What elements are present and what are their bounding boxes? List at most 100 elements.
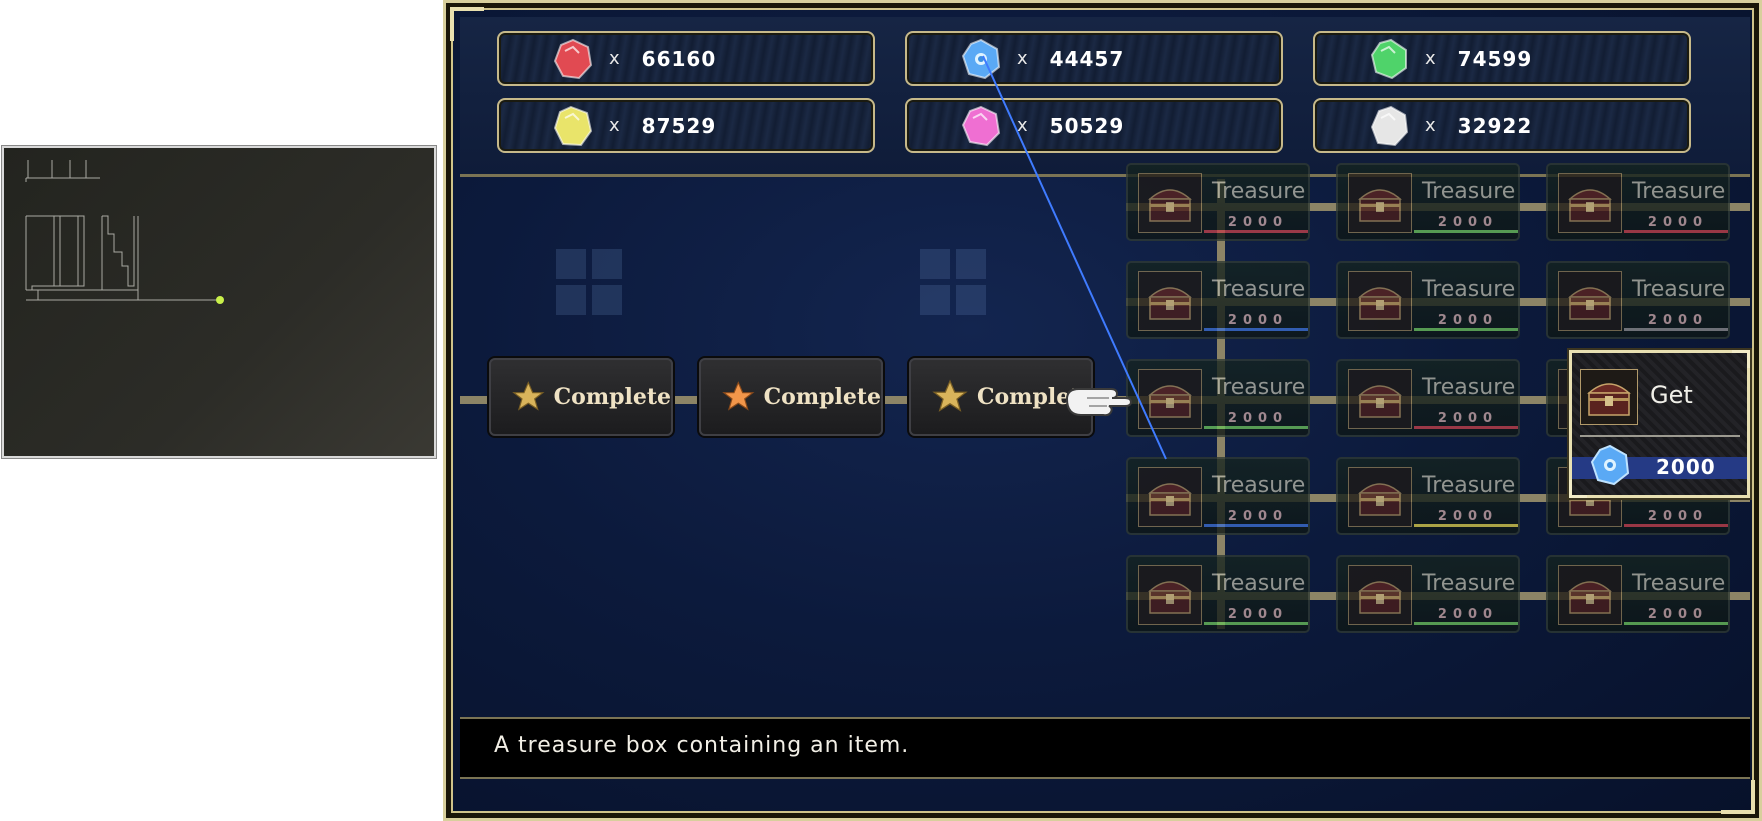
treasure-cost: 2000 [1227, 411, 1289, 426]
treasure-cost: 2000 [1437, 215, 1499, 230]
complete-label: Complete [553, 384, 671, 410]
treasure-cost: 2000 [1647, 313, 1709, 328]
minimap [1, 145, 437, 459]
currency-count: 74599 [1457, 46, 1533, 71]
treasure-color-bar [1624, 524, 1728, 527]
treasure-node[interactable]: Treasure 2000 [1546, 261, 1730, 339]
treasure-label: Treasure [1422, 375, 1516, 400]
treasure-label: Treasure [1422, 179, 1516, 204]
currency-item-red: x 66160 [497, 31, 875, 86]
treasure-node[interactable]: Treasure 2000 [1336, 359, 1520, 437]
treasure-node[interactable]: Treasure 2000 [1546, 163, 1730, 241]
treasure-cost: 2000 [1227, 215, 1289, 230]
treasure-chest-icon [1358, 189, 1402, 222]
blue-gem-icon [961, 38, 1001, 79]
selection-corner [1569, 480, 1587, 498]
treasure-label: Treasure [1212, 375, 1306, 400]
yellow-gem-icon [553, 105, 593, 146]
treasure-node[interactable]: Treasure 2000 [1336, 163, 1520, 241]
treasure-node[interactable]: Treasure 2000 [1126, 359, 1310, 437]
multiplier-sign: x [609, 115, 620, 136]
chest-icon-frame [1138, 369, 1202, 429]
treasure-chest-icon [1148, 287, 1192, 320]
red-gem-icon [553, 38, 593, 79]
background-window-decoration [556, 249, 626, 319]
treasure-chest-icon [1148, 581, 1192, 614]
currency-item-pink: x 50529 [905, 98, 1283, 153]
chest-icon-frame [1348, 467, 1412, 527]
treasure-label: Treasure [1212, 277, 1306, 302]
treasure-chest-icon [1358, 385, 1402, 418]
chest-icon-frame [1558, 271, 1622, 331]
treasure-chest-icon [1358, 287, 1402, 320]
chest-icon-frame [1138, 173, 1202, 233]
divider [1580, 435, 1740, 437]
treasure-color-bar [1204, 230, 1308, 233]
complete-label: Complete [763, 384, 881, 410]
treasure-color-bar [1624, 328, 1728, 331]
skill-node-complete[interactable]: Complete [699, 358, 883, 436]
treasure-cost: 2000 [1227, 509, 1289, 524]
treasure-cost: 2000 [1647, 215, 1709, 230]
treasure-node[interactable]: Treasure 2000 [1126, 555, 1310, 633]
treasure-color-bar [1414, 524, 1518, 527]
white-gem-icon [1370, 105, 1409, 146]
description-text: A treasure box containing an item. [494, 733, 910, 758]
currency-count: 32922 [1457, 113, 1533, 138]
get-label: Get [1650, 381, 1693, 409]
treasure-label: Treasure [1632, 277, 1726, 302]
description-bar: A treasure box containing an item. [460, 717, 1750, 779]
multiplier-sign: x [1017, 48, 1028, 69]
treasure-cost: 2000 [1437, 509, 1499, 524]
currency-item-blue: x 44457 [905, 31, 1283, 86]
currency-item-green: x 74599 [1313, 31, 1691, 86]
treasure-node[interactable]: Treasure 2000 [1126, 457, 1310, 535]
treasure-color-bar [1204, 524, 1308, 527]
skill-node-complete[interactable]: Complete [489, 358, 673, 436]
treasure-node[interactable]: Treasure 2000 [1546, 555, 1730, 633]
treasure-label: Treasure [1212, 571, 1306, 596]
pink-gem-icon [961, 105, 1001, 146]
chest-icon-frame [1580, 369, 1638, 425]
currency-count: 44457 [1049, 46, 1125, 71]
treasure-chest-icon [1148, 483, 1192, 516]
multiplier-sign: x [609, 48, 620, 69]
cost-value: 2000 [1656, 455, 1716, 479]
treasure-color-bar [1624, 622, 1728, 625]
multiplier-sign: x [1425, 115, 1436, 136]
currency-count: 66160 [641, 46, 717, 71]
chest-icon-frame [1558, 565, 1622, 625]
currency-count: 50529 [1049, 113, 1125, 138]
treasure-label: Treasure [1212, 473, 1306, 498]
treasure-node[interactable]: Treasure 2000 [1126, 163, 1310, 241]
chest-icon-frame [1348, 369, 1412, 429]
treasure-cost: 2000 [1227, 607, 1289, 622]
treasure-cost: 2000 [1647, 607, 1709, 622]
currency-count: 87529 [641, 113, 717, 138]
treasure-node[interactable]: Treasure 2000 [1336, 261, 1520, 339]
chest-icon-frame [1138, 467, 1202, 527]
chest-icon-frame [1558, 173, 1622, 233]
treasure-chest-icon [1358, 581, 1402, 614]
treasure-color-bar [1204, 622, 1308, 625]
selected-treasure-node[interactable]: Get 2000 [1569, 350, 1750, 498]
treasure-cost: 2000 [1437, 607, 1499, 622]
star-icon [932, 379, 968, 412]
treasure-cost: 2000 [1227, 313, 1289, 328]
treasure-color-bar [1204, 328, 1308, 331]
treasure-node[interactable]: Treasure 2000 [1336, 457, 1520, 535]
chest-icon-frame [1138, 565, 1202, 625]
treasure-label: Treasure [1422, 277, 1516, 302]
multiplier-sign: x [1425, 48, 1436, 69]
treasure-node[interactable]: Treasure 2000 [1126, 261, 1310, 339]
chest-icon-frame [1348, 565, 1412, 625]
treasure-label: Treasure [1632, 179, 1726, 204]
minimap-layout [25, 160, 224, 304]
treasure-chest-icon [1587, 383, 1631, 416]
treasure-node[interactable]: Treasure 2000 [1336, 555, 1520, 633]
treasure-chest-icon [1568, 287, 1612, 320]
treasure-chest-icon [1148, 385, 1192, 418]
treasure-color-bar [1624, 230, 1728, 233]
treasure-cost: 2000 [1437, 411, 1499, 426]
treasure-chest-icon [1568, 581, 1612, 614]
